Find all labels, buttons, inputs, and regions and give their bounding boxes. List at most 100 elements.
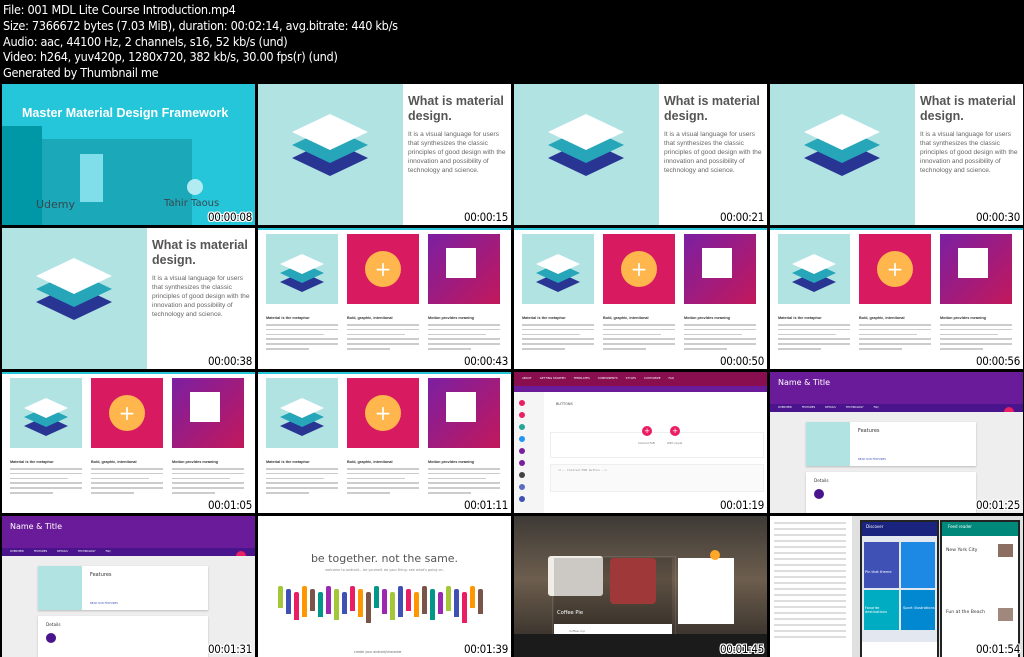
metaphor-card (266, 378, 338, 448)
tab-item[interactable]: FAQ (874, 406, 879, 409)
video-line: Video: h264, yuv420p, 1280x720, 382 kb/s… (3, 49, 338, 65)
thumbnail-frame-13: Name & Title OVERVIEW FEATURES DETAILS TECH… (2, 516, 255, 657)
heading-metaphor: Material is the metaphor (778, 316, 822, 320)
android-subline: welcome to android... be yourself. do yo… (325, 568, 444, 572)
heading-metaphor: Material is the metaphor (266, 460, 310, 464)
text-column (774, 522, 846, 642)
nav-item[interactable]: STYLES (626, 376, 636, 380)
heading-bold: Bold, graphic, intentional (347, 316, 393, 320)
fab-ripple-button[interactable]: + (670, 426, 680, 436)
phone-discover (860, 520, 939, 657)
nav-item[interactable]: GETTING STARTED (540, 376, 566, 380)
heading-bold: Bold, graphic, intentional (859, 316, 905, 320)
heading-motion: Motion provides meaning (684, 316, 730, 320)
frame-timestamp: 00:01:05 (207, 498, 252, 512)
heading-metaphor: Material is the metaphor (10, 460, 54, 464)
bold-card: + (91, 378, 163, 448)
motion-card (428, 378, 500, 448)
motion-card (684, 234, 756, 304)
nav-tabs: OVERVIEW FEATURES DETAILS TECHNOLOGY FAQ (10, 550, 121, 553)
hero-panel (2, 228, 147, 369)
motion-card (428, 234, 500, 304)
thumbnail-frame-11: ABOUT GETTING STARTED TEMPLATES COMPONENTS S… (514, 372, 767, 513)
discover-title: Discover (866, 524, 884, 529)
code-snippet: <!-- Colored FAB button --> (558, 468, 607, 472)
tab-item[interactable]: DETAILS (825, 406, 836, 409)
bold-card: + (603, 234, 675, 304)
thumbnail-frame-16: Discover Pin that theme Favorite destina… (770, 516, 1023, 657)
what-title: What is material design. (408, 94, 504, 123)
thumbnail-frame-5: What is material design. It is a visual … (2, 228, 255, 369)
feed-city: New York City (946, 548, 978, 553)
frame-timestamp: 00:00:30 (975, 210, 1020, 224)
tab-item[interactable]: OVERVIEW (778, 406, 792, 409)
frame-timestamp: 00:00:50 (719, 354, 764, 368)
heading-motion: Motion provides meaning (428, 460, 474, 464)
thumbnail-frame-3: What is material design. It is a visual … (514, 84, 767, 225)
thumbnail-frame-6: + Material is the metaphor Bold, graphic… (258, 228, 511, 369)
fab-button[interactable]: + (642, 426, 652, 436)
android-headline: be together. not the same. (310, 552, 459, 565)
tab-item[interactable]: OVERVIEW (10, 550, 24, 553)
fab-ripple-label: With ripple (667, 441, 683, 445)
tab-item[interactable]: FEATURES (34, 550, 47, 553)
frame-timestamp: 00:01:31 (207, 642, 252, 656)
tab-item[interactable]: TECHNOLOGY (846, 406, 864, 409)
frame-timestamp: 00:01:19 (719, 498, 764, 512)
discover-card-3: Sport illustrations (903, 606, 935, 610)
what-title: What is material design. (152, 238, 248, 267)
frame-timestamp: 00:00:08 (207, 210, 252, 224)
heading-bold: Bold, graphic, intentional (603, 316, 649, 320)
feed-title: Feed reader (948, 524, 972, 529)
frame-timestamp: 00:00:21 (719, 210, 764, 224)
heading-bold: Bold, graphic, intentional (347, 460, 393, 464)
metaphor-card (266, 234, 338, 304)
heading-metaphor: Material is the metaphor (522, 316, 566, 320)
thumbnail-frame-15: Coffee Pie Coffee cup 00:01:45 (514, 516, 767, 657)
file-info-header: File: 001 MDL Lite Course Introduction.m… (3, 2, 398, 81)
platform-label: Udemy (36, 198, 76, 211)
frame-timestamp: 00:00:43 (463, 354, 508, 368)
component-nav: ABOUT GETTING STARTED TEMPLATES COMPONENTS S… (522, 376, 682, 380)
nav-item[interactable]: COMPONENTS (598, 376, 618, 380)
motion-card (940, 234, 1012, 304)
size-line: Size: 7366672 bytes (7.03 MiB), duration… (3, 17, 398, 33)
nav-item[interactable]: FAQ (669, 376, 674, 380)
what-title: What is material design. (664, 94, 760, 123)
nav-item[interactable]: TEMPLATES (574, 376, 590, 380)
android-footer: create your android/character (354, 650, 402, 654)
thumbnail-frame-1: Master Material Design Framework Udemy T… (2, 84, 255, 225)
discover-card-1: Pin that theme (865, 570, 892, 574)
tab-item[interactable]: DETAILS (57, 550, 68, 553)
thumbnail-frame-12: Name & Title OVERVIEW FEATURES DETAILS TECH… (770, 372, 1023, 513)
metaphor-card (778, 234, 850, 304)
motion-card (172, 378, 244, 448)
thumbnail-grid: Master Material Design Framework Udemy T… (2, 84, 1023, 657)
thumbnail-frame-7: + Material is the metaphor Bold, graphic… (514, 228, 767, 369)
what-body: It is a visual language for users that s… (664, 131, 762, 174)
nav-tabs: OVERVIEW FEATURES DETAILS TECHNOLOGY FAQ (778, 406, 889, 409)
bold-card: + (347, 234, 419, 304)
tab-item[interactable]: FEATURES (802, 406, 815, 409)
tab-item[interactable]: TECHNOLOGY (78, 550, 96, 553)
read-more-link[interactable]: READ OUR FEATURES (90, 602, 118, 605)
heading-bold: Bold, graphic, intentional (91, 460, 137, 464)
add-button[interactable] (710, 550, 720, 560)
section-title: BUTTONS (556, 402, 573, 406)
frame-timestamp: 00:01:39 (463, 642, 508, 656)
heading-metaphor: Material is the metaphor (266, 316, 310, 320)
features-title: Features (90, 572, 112, 578)
nav-item[interactable]: CUSTOMIZE (644, 376, 661, 380)
bold-card: + (859, 234, 931, 304)
file-line: File: 001 MDL Lite Course Introduction.m… (3, 2, 236, 17)
frame-timestamp: 00:01:11 (463, 498, 508, 512)
details-title: Details (46, 622, 61, 627)
features-title: Features (858, 428, 880, 434)
read-more-link[interactable]: READ OUR FEATURES (858, 458, 886, 461)
heading-motion: Motion provides meaning (428, 316, 474, 320)
feed-article: Fun at the Beach (946, 610, 985, 615)
tab-item[interactable]: FAQ (106, 550, 111, 553)
frame-timestamp: 00:01:54 (975, 642, 1020, 656)
frame-timestamp: 00:00:38 (207, 354, 252, 368)
nav-item[interactable]: ABOUT (522, 376, 532, 380)
